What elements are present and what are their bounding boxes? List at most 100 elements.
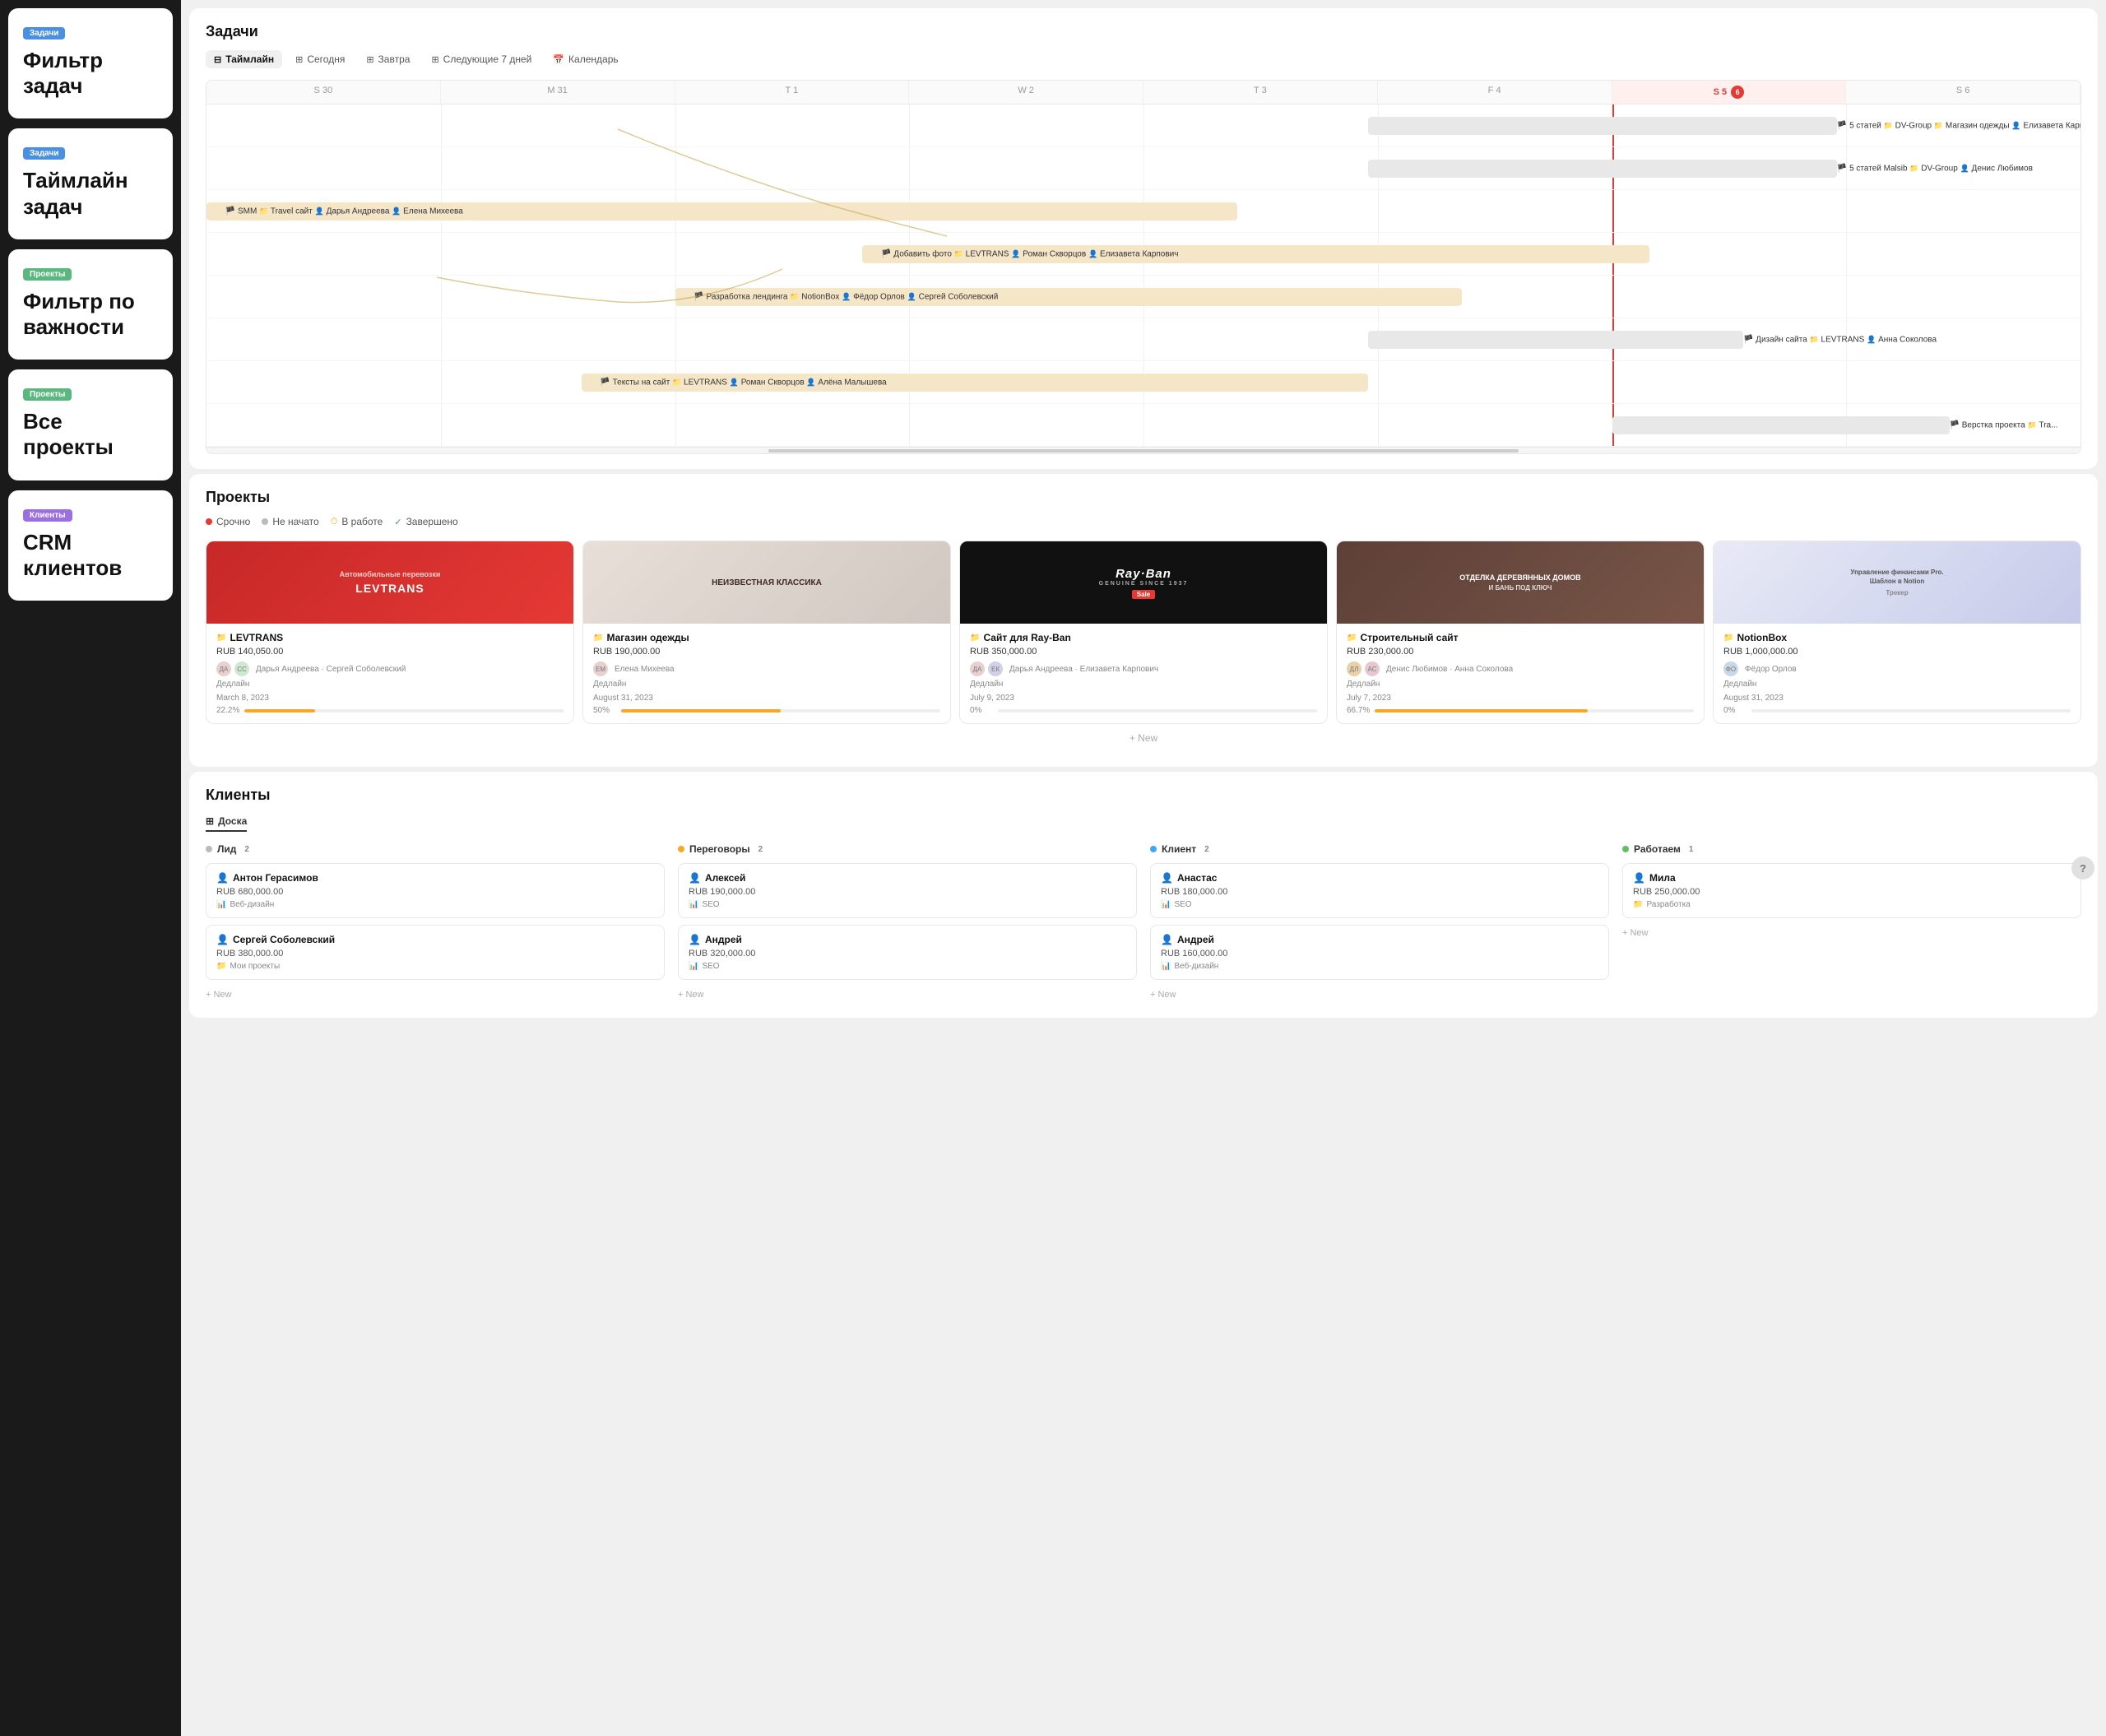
person-icon-anton: 👤 — [216, 872, 229, 884]
add-negotiations[interactable]: + New — [678, 986, 1137, 1003]
flag-icon-2: 🏴 — [1837, 164, 1847, 173]
type-icon-aleksey: 📊 — [689, 900, 698, 909]
bar-task3-label: 🏴 SMM 📁 Travel сайт 👤 Дарья Андреева 👤 Е… — [225, 207, 463, 216]
project-thumb-levtrans: Автомобильные перевозки LEVTRANS — [206, 541, 573, 624]
col-header-working: Работаем 1 — [1622, 843, 2081, 855]
bar-task8-label: 🏴 Верстка проекта 📁 Tra... — [1950, 420, 2058, 429]
help-button[interactable]: ? — [2071, 856, 2094, 880]
timeline: S 30 M 31 T 1 W 2 T 3 F 4 S 5 6 S 6 — [206, 80, 2081, 454]
timeline-header: S 30 M 31 T 1 W 2 T 3 F 4 S 5 6 S 6 — [206, 81, 2080, 104]
sidebar-badge-tasks-1: Задачи — [23, 27, 65, 39]
flag-icon-4: 🏴 — [881, 249, 891, 258]
folder-icon-rayban: 📁 — [970, 634, 980, 643]
folder-icon-notionbox: 📁 — [1723, 634, 1733, 643]
filter-not-started-label: Не начато — [272, 516, 318, 527]
day-s6: S 6 — [1846, 81, 2080, 104]
bar-task6-label: 🏴 Дизайн сайта 📁 LEVTRANS 👤 Анна Соколов… — [1743, 335, 1937, 344]
folder-icon-fashion: 📁 — [593, 634, 603, 643]
filter-in-progress[interactable]: ⏱ В работе — [331, 516, 383, 527]
filter-completed[interactable]: ✓ Завершено — [394, 516, 457, 527]
client-card-anastas[interactable]: 👤 Анастас RUB 180,000.00 📊 SEO — [1150, 863, 1609, 918]
timeline-row-2: 🏴 5 статей Malsib 📁 DV-Group 👤 Денис Люб… — [206, 147, 2080, 190]
client-type-anton: 📊 Веб-дизайн — [216, 900, 654, 909]
col-header-client: Клиент 2 — [1150, 843, 1609, 855]
tab-today[interactable]: ⊞ Сегодня — [287, 50, 353, 68]
sidebar-card-filter-tasks[interactable]: Задачи Фильтр задач — [8, 8, 173, 118]
timeline-scrollbar[interactable] — [206, 447, 2080, 453]
client-card-andrey-cl[interactable]: 👤 Андрей RUB 160,000.00 📊 Веб-дизайн — [1150, 925, 1609, 980]
progress-construction: 66.7% — [1347, 706, 1694, 715]
avatar-ss: СС — [234, 661, 249, 676]
board-tab-label: Доска — [218, 815, 247, 827]
day-s5-today: S 5 6 — [1612, 81, 1847, 104]
project-card-notionbox[interactable]: Управление финансами Pro.Шаблон в Notion… — [1713, 541, 2081, 724]
board-col-lider: Лид 2 👤 Антон Герасимов RUB 680,000.00 📊… — [206, 843, 665, 1003]
tab-calendar-label: Календарь — [568, 53, 619, 65]
person-icon-andrey-neg: 👤 — [689, 934, 701, 945]
bar-task6[interactable] — [1368, 331, 1743, 349]
project-card-construction[interactable]: ОТДЕЛКА ДЕРЕВЯННЫХ ДОМОВ И БАНЬ ПОД КЛЮЧ… — [1336, 541, 1705, 724]
notionbox-subtext: Трекер — [1850, 589, 1943, 596]
project-price-construction: RUB 230,000.00 — [1347, 647, 1694, 657]
rayban-brand: Ray·Ban — [1099, 567, 1189, 581]
projects-filters: Срочно Не начато ⏱ В работе ✓ Завершено — [206, 516, 2081, 527]
client-card-sergey[interactable]: 👤 Сергей Соболевский RUB 380,000.00 📁 Мо… — [206, 925, 665, 980]
status-dot-lider — [206, 846, 212, 852]
client-price-aleksey: RUB 190,000.00 — [689, 887, 1126, 897]
filter-urgent[interactable]: Срочно — [206, 516, 250, 527]
rayban-sale: Sale — [1132, 590, 1155, 599]
flag-icon-6: 🏴 — [1743, 335, 1753, 344]
bar-task1[interactable] — [1368, 117, 1837, 135]
add-client[interactable]: + New — [1150, 986, 1609, 1003]
add-new-project[interactable]: + New — [206, 724, 2081, 752]
add-lider[interactable]: + New — [206, 986, 665, 1003]
team-names-fashion: Елена Михеева — [615, 665, 675, 674]
tab-timeline-label: Таймлайн — [225, 53, 274, 65]
person-icon-mila: 👤 — [1633, 872, 1645, 884]
project-info-notionbox: 📁 NotionBox RUB 1,000,000.00 ФО Фёдор Ор… — [1714, 624, 2080, 723]
filter-not-started[interactable]: Не начато — [262, 516, 318, 527]
sidebar-title-filter-tasks: Фильтр задач — [23, 48, 158, 99]
client-name-anton: 👤 Антон Герасимов — [216, 872, 654, 884]
board-tab[interactable]: ⊞ Доска — [206, 815, 247, 832]
progress-pct-construction: 66.7% — [1347, 706, 1370, 715]
team-names-levtrans: Дарья Андреева · Сергей Соболевский — [256, 665, 406, 674]
client-type-aleksey: 📊 SEO — [689, 900, 1126, 909]
col-count-negotiations: 2 — [758, 845, 763, 854]
bar-task8[interactable] — [1612, 416, 1950, 434]
sidebar-card-filter-importance[interactable]: Проекты Фильтр по важности — [8, 249, 173, 360]
tab-calendar[interactable]: 📅 Календарь — [545, 50, 626, 68]
tab-timeline[interactable]: ⊟ Таймлайн — [206, 50, 282, 68]
today-icon: ⊞ — [295, 54, 303, 65]
project-thumb-fashion: НЕИЗВЕСТНАЯ КЛАССИКА — [583, 541, 950, 624]
project-card-fashion[interactable]: НЕИЗВЕСТНАЯ КЛАССИКА 📁 Магазин одежды RU… — [582, 541, 951, 724]
bar-task1-label: 🏴 5 статей 📁 DV-Group 📁 Магазин одежды 👤… — [1837, 121, 2080, 130]
project-card-rayban[interactable]: Ray·Ban GENUINE SINCE 1937 Sale 📁 Сайт д… — [959, 541, 1328, 724]
completed-icon: ✓ — [394, 517, 401, 527]
sidebar-card-crm[interactable]: Клиенты CRM клиентов — [8, 490, 173, 601]
tab-next7[interactable]: ⊞ Следующие 7 дней — [423, 50, 540, 68]
avatar-da: ДА — [216, 661, 231, 676]
progress-fill-levtrans — [244, 709, 315, 713]
client-card-andrey-neg[interactable]: 👤 Андрей RUB 320,000.00 📊 SEO — [678, 925, 1137, 980]
col-count-working: 1 — [1689, 845, 1694, 854]
client-card-mila[interactable]: 👤 Мила RUB 250,000.00 📁 Разработка — [1622, 863, 2081, 918]
sidebar-card-timeline-tasks[interactable]: Задачи Таймлайн задач — [8, 128, 173, 239]
progress-track-rayban — [998, 709, 1317, 713]
type-icon-mila: 📁 — [1633, 900, 1643, 909]
client-card-anton[interactable]: 👤 Антон Герасимов RUB 680,000.00 📊 Веб-д… — [206, 863, 665, 918]
client-card-aleksey[interactable]: 👤 Алексей RUB 190,000.00 📊 SEO — [678, 863, 1137, 918]
project-card-levtrans[interactable]: Автомобильные перевозки LEVTRANS 📁 LEVTR… — [206, 541, 574, 724]
flag-icon-3: 🏴 — [225, 207, 235, 216]
tab-tomorrow[interactable]: ⊞ Завтра — [358, 50, 418, 68]
deadline-label-notionbox: Дедлайн — [1723, 680, 2071, 689]
add-working[interactable]: + New — [1622, 925, 2081, 941]
tab-today-label: Сегодня — [307, 53, 345, 65]
construction-thumb-content: ОТДЕЛКА ДЕРЕВЯННЫХ ДОМОВ И БАНЬ ПОД КЛЮЧ — [1453, 567, 1587, 599]
flag-icon-1: 🏴 — [1837, 121, 1847, 130]
sidebar-card-all-projects[interactable]: Проекты Все проекты — [8, 369, 173, 480]
project-team-fashion: ЕМ Елена Михеева — [593, 661, 940, 676]
bar-task2[interactable] — [1368, 160, 1837, 178]
project-thumb-notionbox: Управление финансами Pro.Шаблон в Notion… — [1714, 541, 2080, 624]
projects-section: Проекты Срочно Не начато ⏱ В работе ✓ За… — [189, 474, 2098, 767]
